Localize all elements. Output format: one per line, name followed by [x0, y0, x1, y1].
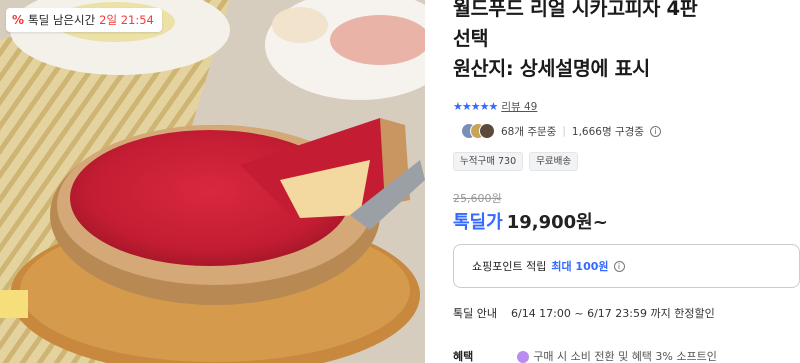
original-price: 25,600원	[453, 192, 502, 205]
deal-timer-label: 톡딜 남은시간	[28, 13, 96, 27]
info-icon[interactable]: i	[613, 260, 625, 272]
pizza-illustration	[0, 0, 425, 363]
product-tags: 누적구매 730 무료배송	[453, 152, 579, 171]
deal-info-label: 톡딜 안내	[453, 307, 497, 320]
tag-cumulative-purchase: 누적구매 730	[453, 152, 524, 171]
shopping-points-button[interactable]: 쇼핑포인트 적립 최대 100원 i	[453, 244, 800, 288]
buyer-avatars	[461, 122, 495, 140]
tag-free-shipping: 무료배송	[529, 152, 579, 171]
percent-icon: %	[12, 13, 25, 27]
star-rating-icon: ★★★★★	[453, 100, 498, 113]
deal-period: 6/14 17:00 ~ 6/17 23:59 까지 한정할인	[510, 307, 715, 320]
deal-timer-badge: % 톡딜 남은시간 2일 21:54	[6, 8, 162, 32]
avatar	[479, 123, 495, 139]
product-origin-line: 원산지: 상세설명에 표시	[453, 57, 650, 80]
deal-price: 19,900원~	[506, 212, 608, 233]
rating-row: ★★★★★ 리뷰 49	[453, 99, 537, 114]
product-title-line: 월드푸드 리얼 시카고피자 4판	[453, 0, 698, 20]
viewer-count: 1,666명 구경중	[571, 125, 644, 138]
divider: |	[562, 125, 566, 137]
product-title-line: 선택	[453, 27, 489, 50]
benefit-row: 혜택 구매 시 소비 전환 및 혜택 3% 소프트인	[453, 348, 717, 363]
order-status-row: 68개 주문중 | 1,666명 구경중 i	[461, 122, 661, 140]
benefit-label: 혜택	[453, 350, 474, 363]
info-icon[interactable]: i	[649, 125, 661, 137]
product-info-panel: 월드푸드 리얼 시카고피자 4판 선택 원산지: 상세설명에 표시 ★★★★★ …	[453, 0, 800, 363]
benefit-text-value: 구매 시 소비 전환 및 혜택 3% 소프트인	[533, 350, 717, 363]
deal-info-row: 톡딜 안내 6/14 17:00 ~ 6/17 23:59 까지 한정할인	[453, 305, 715, 321]
deal-price-label: 톡딜가	[453, 212, 503, 233]
review-link[interactable]: 리뷰 49	[501, 99, 537, 114]
order-count: 68개 주문중	[501, 125, 557, 138]
points-max: 최대 100원	[551, 260, 609, 273]
benefit-text: 구매 시 소비 전환 및 혜택 3% 소프트인	[517, 348, 717, 363]
product-image[interactable]: % 톡딜 남은시간 2일 21:54	[0, 0, 425, 363]
product-title: 월드푸드 리얼 시카고피자 4판 선택 원산지: 상세설명에 표시	[453, 0, 800, 84]
deal-timer-time: 2일 21:54	[99, 13, 154, 27]
points-label: 쇼핑포인트 적립	[472, 260, 547, 273]
benefit-icon	[517, 351, 530, 363]
price-row: 톡딜가 19,900원~	[453, 208, 608, 234]
